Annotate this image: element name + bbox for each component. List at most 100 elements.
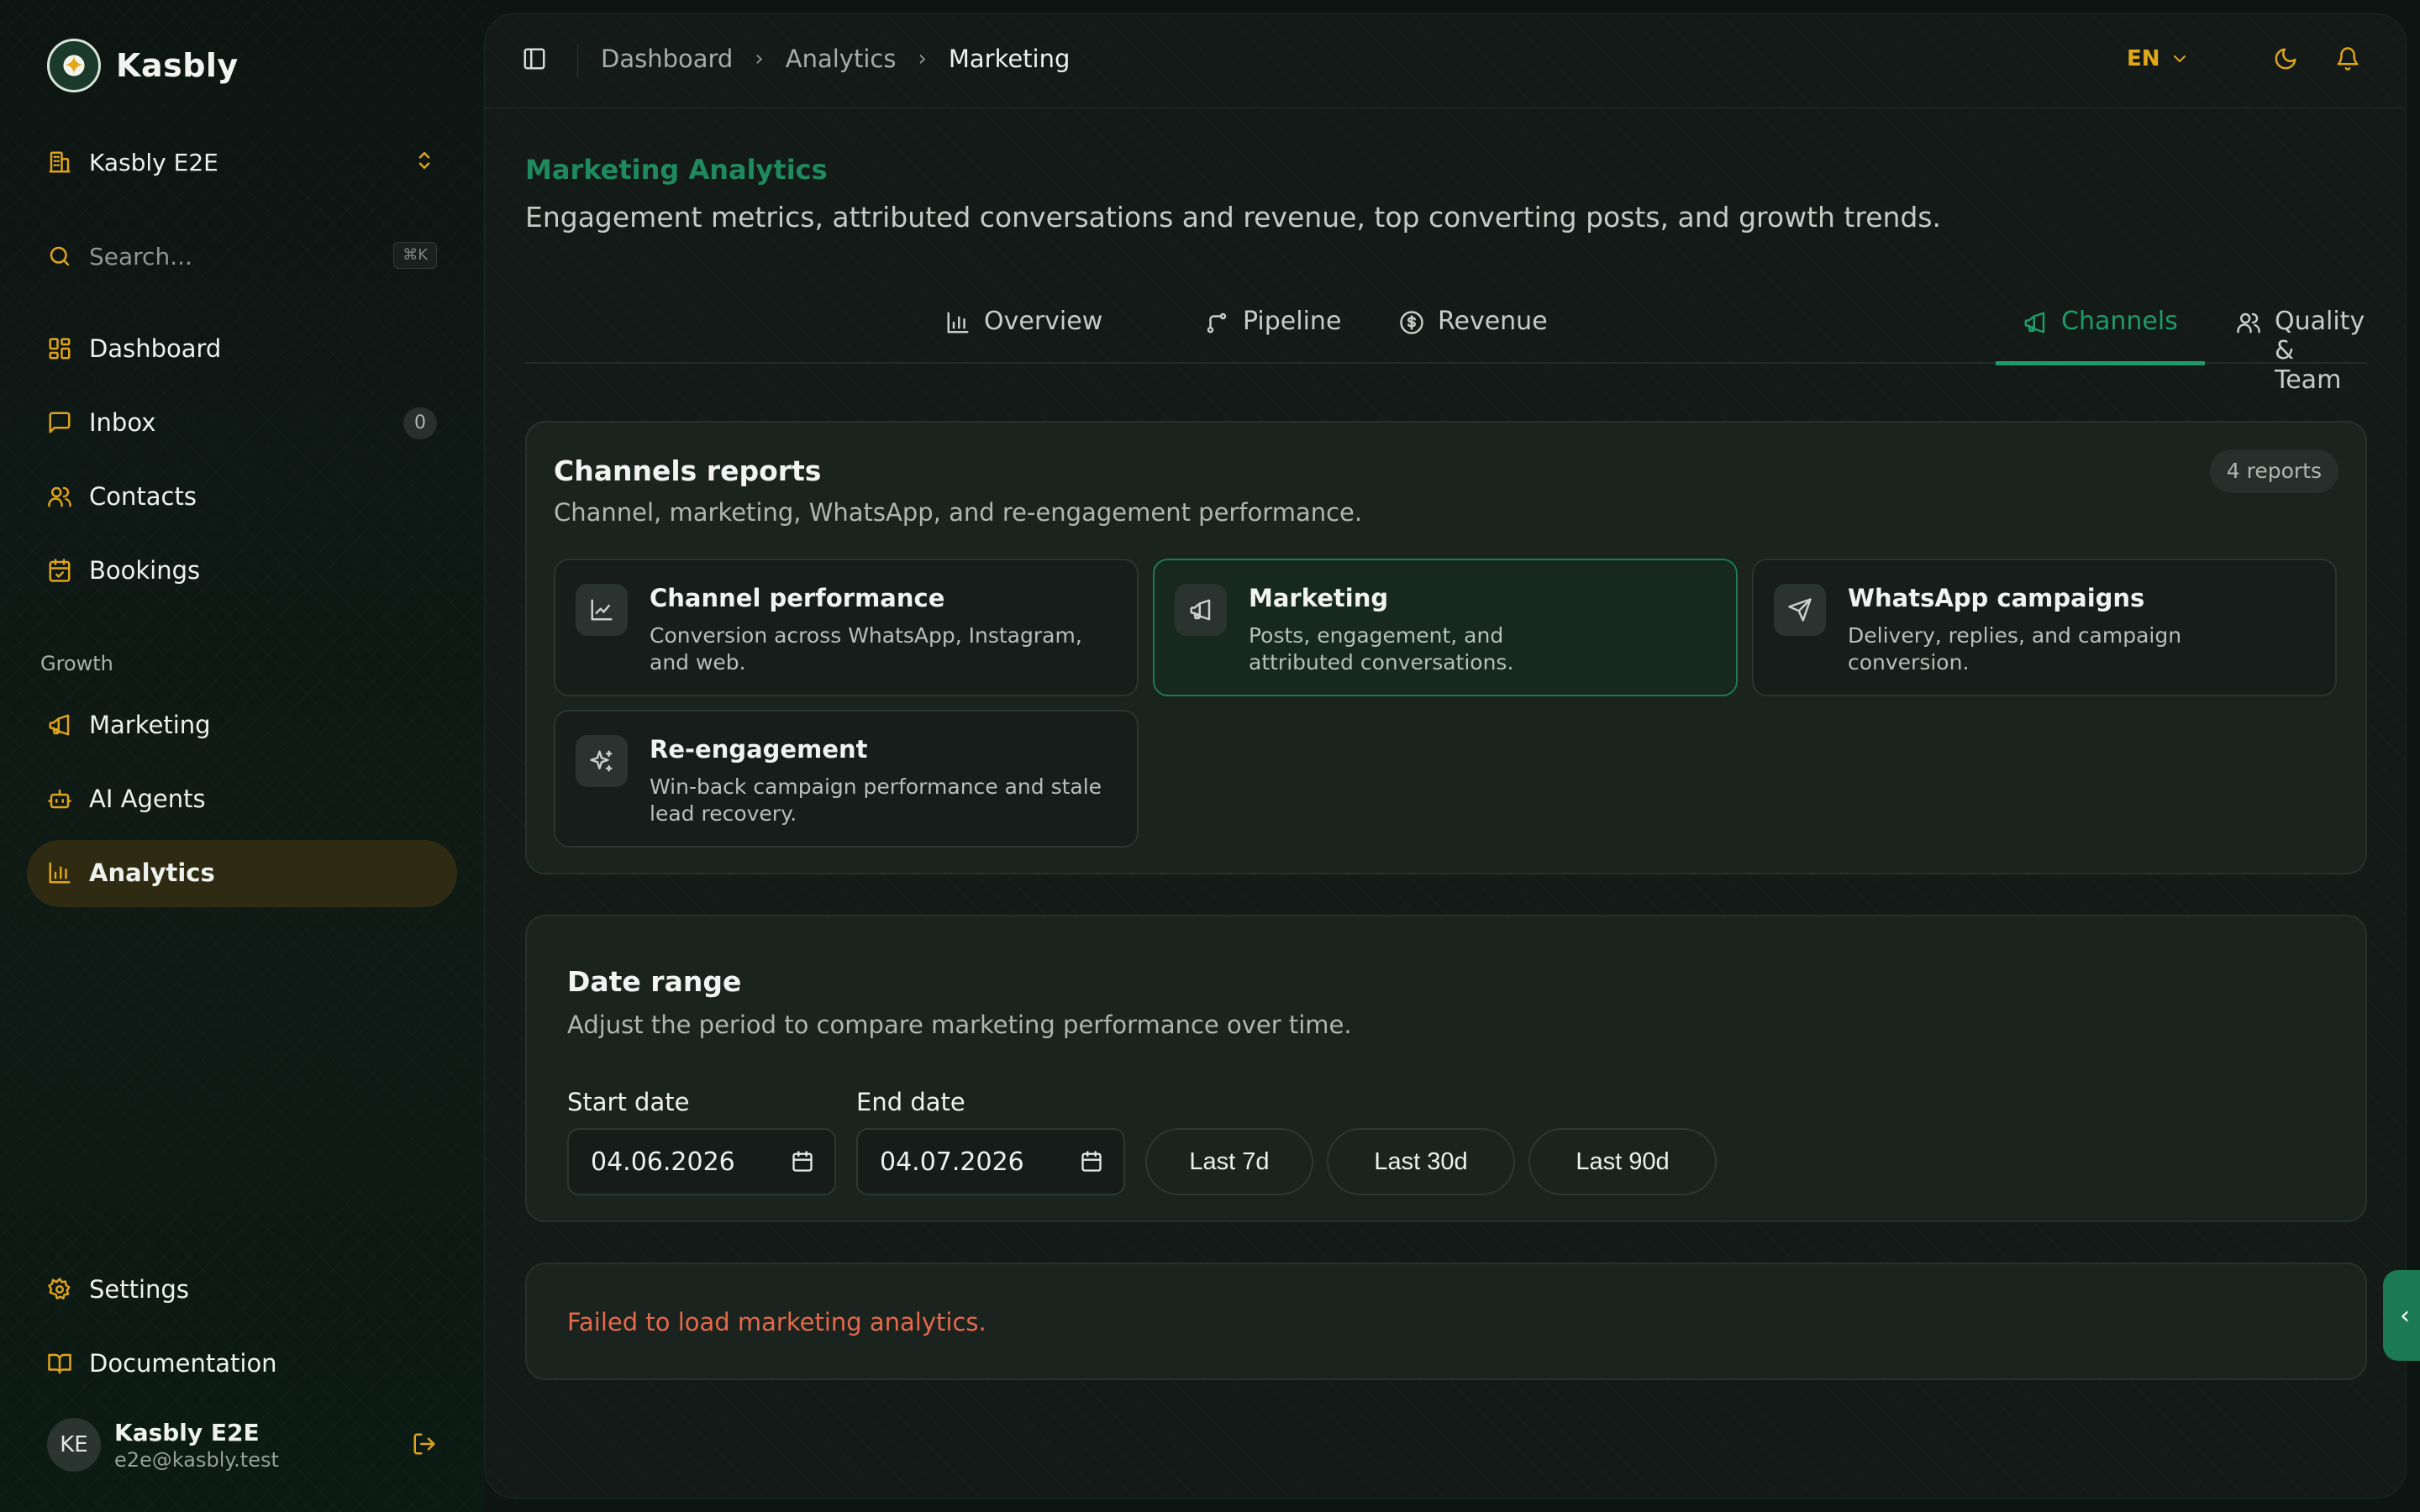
card-description: Adjust the period to compare marketing p… xyxy=(567,1011,1352,1039)
tab-quality-team[interactable]: Quality & Team xyxy=(2236,307,2367,395)
reports-count-badge: 4 reports xyxy=(2209,449,2338,493)
start-date-input[interactable]: 04.06.2026 xyxy=(567,1128,836,1195)
end-date-input[interactable]: 04.07.2026 xyxy=(856,1128,1125,1195)
tab-label: Quality & Team xyxy=(2275,307,2365,395)
megaphone-icon xyxy=(1190,599,1211,621)
report-channel-performance[interactable]: Channel performance Conversion across Wh… xyxy=(554,559,1139,696)
analytics-tabs: Overview Pipeline Revenue Channels Quali… xyxy=(525,286,2367,395)
tab-label: Revenue xyxy=(1438,307,1548,336)
sidebar-item-dashboard[interactable]: Dashboard xyxy=(47,329,437,368)
megaphone-icon xyxy=(2024,312,2045,333)
calendar-check-icon xyxy=(49,559,71,582)
git-branch-icon xyxy=(1207,312,1227,333)
topbar-divider xyxy=(577,45,578,78)
report-re-engagement[interactable]: Re-engagement Win-back campaign performa… xyxy=(554,710,1139,848)
preset-last-90d-button[interactable]: Last 90d xyxy=(1528,1128,1717,1195)
users-icon xyxy=(48,486,71,507)
preset-last-30d-button[interactable]: Last 30d xyxy=(1327,1128,1515,1195)
report-description: Win-back campaign performance and stale … xyxy=(650,774,1102,826)
sidebar-section-growth: Growth xyxy=(40,652,113,675)
sidebar-item-label: Contacts xyxy=(89,482,197,511)
start-date-label: Start date xyxy=(567,1088,690,1116)
workspace-name: Kasbly E2E xyxy=(89,148,218,176)
tab-pipeline[interactable]: Pipeline xyxy=(1204,307,1341,364)
error-card: Failed to load marketing analytics. xyxy=(525,1263,2367,1380)
report-icon-box xyxy=(1774,584,1826,636)
user-email: e2e@kasbly.test xyxy=(114,1447,279,1472)
chevron-right-icon: › xyxy=(918,46,927,71)
search-icon xyxy=(50,246,70,266)
page-subtitle: Engagement metrics, attributed conversat… xyxy=(525,201,1942,234)
drawer-toggle-button[interactable]: ‹ xyxy=(2383,1270,2420,1361)
breadcrumb-analytics[interactable]: Analytics xyxy=(786,45,897,73)
sidebar-item-analytics[interactable]: Analytics xyxy=(47,853,437,892)
line-chart-icon xyxy=(591,599,613,621)
sidebar-toggle-icon[interactable] xyxy=(522,46,547,71)
sidebar-item-label: Inbox xyxy=(89,408,156,437)
report-marketing[interactable]: Marketing Posts, engagement, and attribu… xyxy=(1153,559,1738,696)
card-description: Channel, marketing, WhatsApp, and re-eng… xyxy=(554,498,1363,527)
report-description: Conversion across WhatsApp, Instagram, a… xyxy=(650,623,1082,675)
users-icon xyxy=(2237,312,2260,333)
bar-chart-icon xyxy=(947,312,969,333)
tab-label: Pipeline xyxy=(1243,307,1342,336)
inbox-count-badge: 0 xyxy=(403,407,437,439)
book-open-icon xyxy=(48,1353,71,1374)
card-title: Date range xyxy=(567,965,742,998)
sidebar-item-label: Documentation xyxy=(89,1349,277,1378)
message-square-icon xyxy=(49,412,71,433)
report-icon-box xyxy=(576,735,628,787)
search-placeholder: Search... xyxy=(89,242,192,270)
report-title: Re-engagement xyxy=(650,735,868,764)
sidebar-item-ai-agents[interactable]: AI Agents xyxy=(47,780,437,818)
user-profile[interactable]: KE Kasbly E2E e2e@kasbly.test xyxy=(47,1416,437,1473)
report-icon-box xyxy=(1175,584,1227,636)
breadcrumb-dashboard[interactable]: Dashboard xyxy=(601,45,733,73)
tab-channels[interactable]: Channels xyxy=(1996,307,2205,365)
calendar-icon[interactable] xyxy=(791,1150,814,1173)
log-out-icon[interactable] xyxy=(412,1431,437,1457)
search-input[interactable]: Search... ⌘K xyxy=(47,237,437,276)
chevrons-up-down-icon xyxy=(418,152,430,169)
main-panel: Dashboard › Analytics › Marketing EN Mar… xyxy=(484,13,2407,1499)
gear-icon xyxy=(48,1278,71,1299)
sidebar-item-marketing[interactable]: Marketing xyxy=(47,706,437,744)
moon-icon[interactable] xyxy=(2273,46,2298,71)
language-selector[interactable]: EN xyxy=(2127,46,2192,71)
report-whatsapp-campaigns[interactable]: WhatsApp campaigns Delivery, replies, an… xyxy=(1752,559,2337,696)
report-title: WhatsApp campaigns xyxy=(1848,584,2145,612)
report-description: Delivery, replies, and campaign conversi… xyxy=(1848,623,2182,675)
language-label: EN xyxy=(2127,46,2160,71)
brand-name: Kasbly xyxy=(116,47,239,84)
user-name: Kasbly E2E xyxy=(114,1418,260,1446)
date-range-card: Date range Adjust the period to compare … xyxy=(525,915,2367,1222)
bell-icon[interactable] xyxy=(2335,46,2360,71)
sidebar: Kasbly Kasbly E2E Search... ⌘K Dashboard… xyxy=(0,0,484,1512)
avatar: KE xyxy=(47,1418,101,1472)
sidebar-item-inbox[interactable]: Inbox 0 xyxy=(47,403,437,442)
breadcrumb: Dashboard › Analytics › Marketing xyxy=(601,45,1070,73)
sidebar-item-label: Bookings xyxy=(89,556,201,585)
start-date-value: 04.06.2026 xyxy=(591,1147,735,1177)
brand-logo-icon xyxy=(47,39,101,92)
sidebar-item-documentation[interactable]: Documentation xyxy=(47,1344,437,1383)
sidebar-item-settings[interactable]: Settings xyxy=(47,1270,437,1309)
preset-last-7d-button[interactable]: Last 7d xyxy=(1145,1128,1313,1195)
tab-overview[interactable]: Overview xyxy=(945,307,1102,364)
card-title: Channels reports xyxy=(554,454,822,487)
brand[interactable]: Kasbly xyxy=(47,39,239,92)
sidebar-item-label: Marketing xyxy=(89,711,211,739)
building-icon xyxy=(49,151,71,173)
user-meta: Kasbly E2E e2e@kasbly.test xyxy=(114,1419,279,1472)
calendar-icon[interactable] xyxy=(1080,1150,1103,1173)
sidebar-item-bookings[interactable]: Bookings xyxy=(47,551,437,590)
tab-label: Overview xyxy=(984,307,1103,336)
sidebar-item-contacts[interactable]: Contacts xyxy=(47,477,437,516)
end-date-label: End date xyxy=(856,1088,965,1116)
chevron-down-icon xyxy=(2173,55,2186,62)
workspace-switcher[interactable]: Kasbly E2E xyxy=(47,143,437,181)
sidebar-item-label: Dashboard xyxy=(89,334,222,363)
tab-revenue[interactable]: Revenue xyxy=(1399,307,1548,364)
page-title: Marketing Analytics xyxy=(525,154,828,186)
dollar-circle-icon xyxy=(1400,311,1423,334)
